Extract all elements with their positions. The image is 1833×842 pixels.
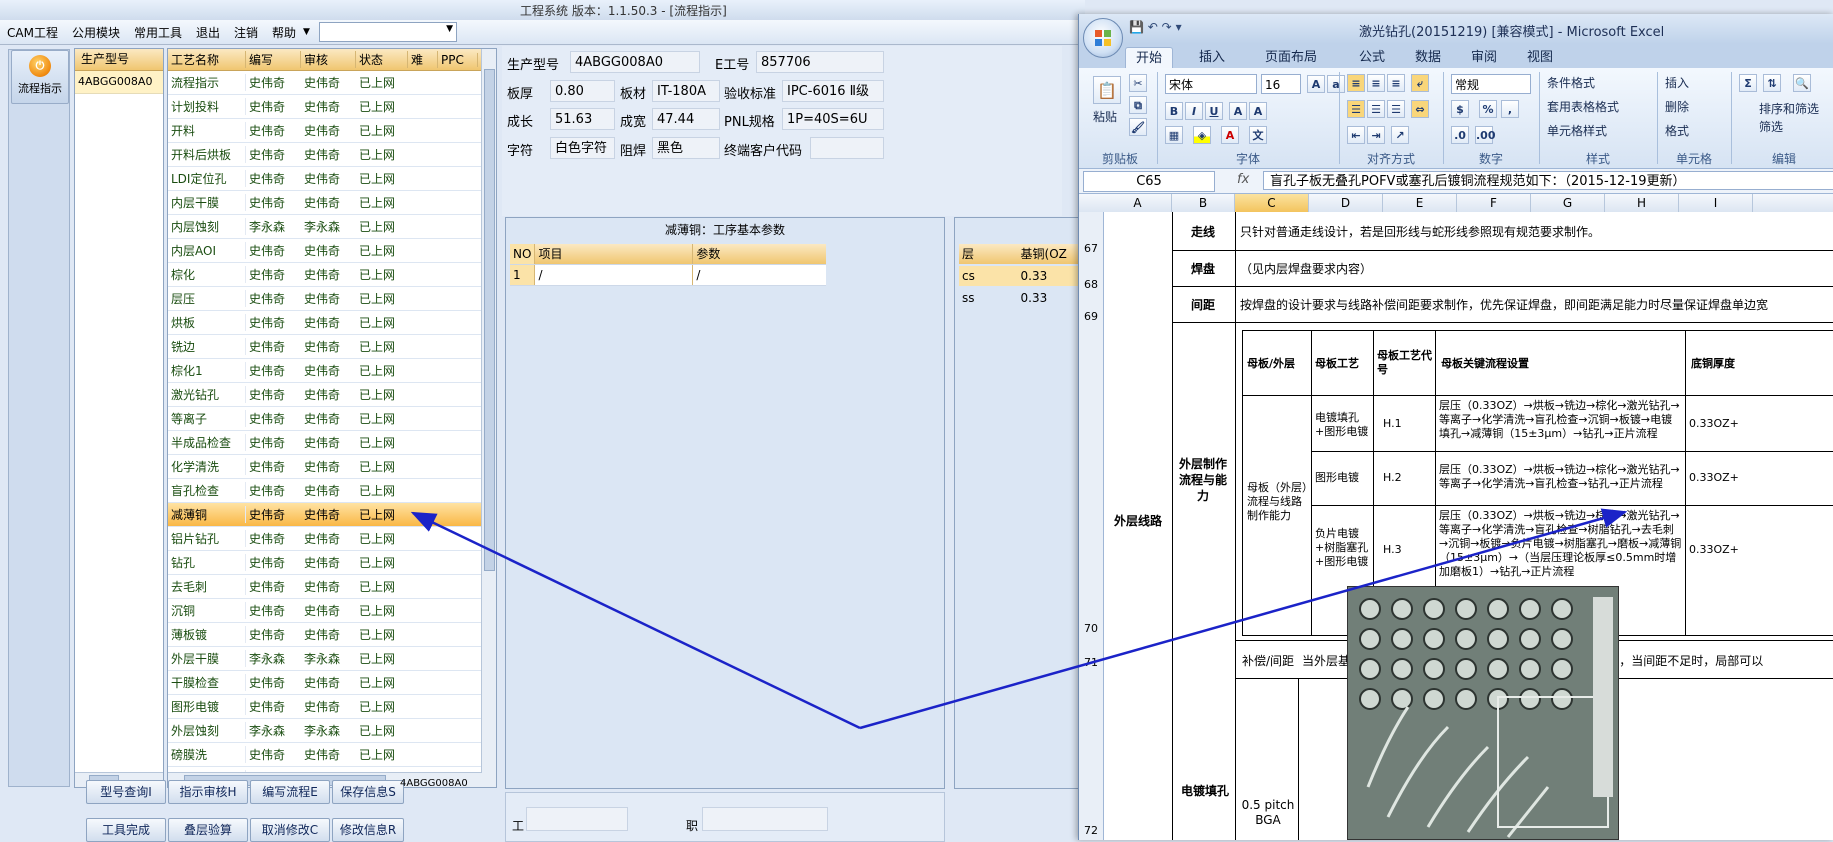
office-button[interactable] (1083, 18, 1123, 58)
annotation-arrows (410, 508, 1628, 730)
office-logo-icon (1095, 30, 1111, 46)
annotation-arrow-left (410, 511, 861, 730)
annotation-arrow-right (859, 508, 1628, 730)
